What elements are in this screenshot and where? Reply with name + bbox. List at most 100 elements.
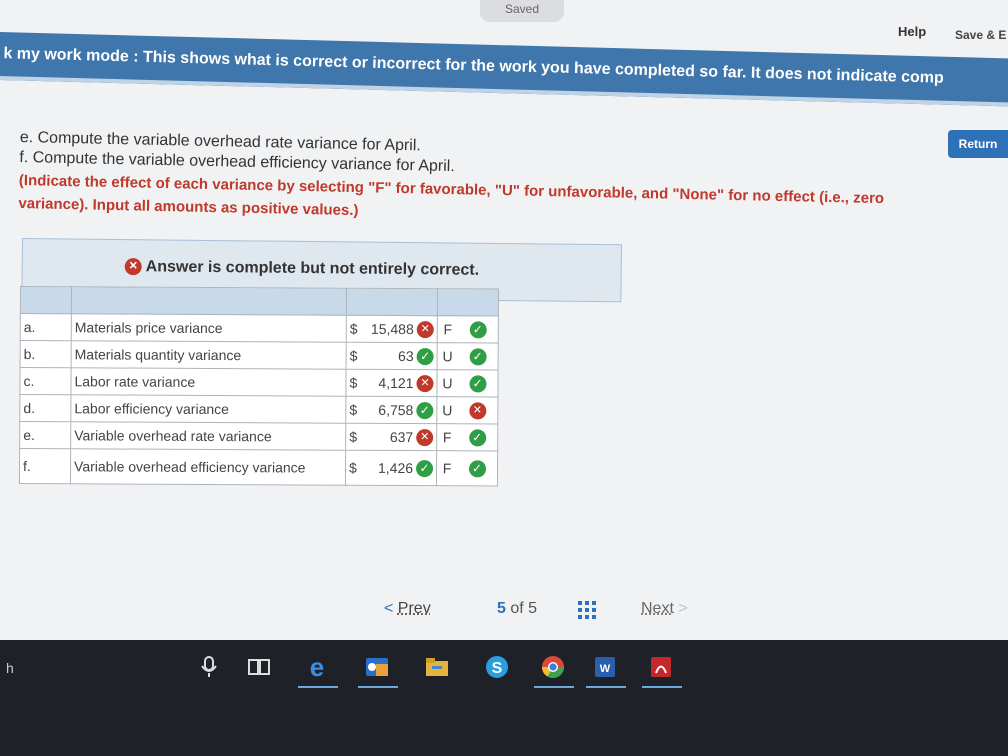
currency-symbol: $ [349, 401, 358, 418]
row-letter: e. [19, 421, 71, 449]
currency-symbol: $ [349, 347, 358, 364]
outlook-active-indicator [358, 686, 398, 688]
skype-icon[interactable]: S [484, 654, 510, 680]
table-row: f. Variable overhead efficiency variance $… [19, 448, 498, 487]
effect-status: ✓ [456, 450, 498, 487]
effect-status: ✕ [457, 396, 498, 425]
effect-select[interactable]: U [436, 396, 458, 424]
table-body: a. Materials price variance $15,488 ✕ F ✓ b. Ma… [19, 313, 499, 487]
question-text: e. Compute the variable overhead rate va… [18, 128, 1008, 235]
help-link[interactable]: Help [898, 24, 926, 39]
acrobat-active-indicator [642, 686, 682, 688]
amount-input[interactable]: $15,488 ✕ [346, 315, 438, 343]
check-icon: ✓ [469, 348, 487, 366]
check-icon: ✓ [416, 401, 434, 419]
amount-value: 1,426 [377, 459, 414, 477]
next-label: Next [641, 600, 674, 617]
incorrect-icon: ✕ [468, 402, 486, 420]
table-row: a. Materials price variance $15,488 ✕ F ✓ [20, 313, 499, 344]
row-description: Variable overhead efficiency variance [70, 448, 346, 486]
total-pages: 5 [528, 600, 538, 617]
acrobat-icon[interactable] [648, 654, 674, 680]
microphone-icon[interactable] [196, 654, 222, 680]
page-count: 5 of 5 [497, 600, 537, 618]
save-exit-link[interactable]: Save & E [955, 28, 1006, 42]
effect-status: ✓ [457, 423, 498, 452]
effect-select[interactable]: U [436, 369, 458, 397]
table-row: b. Materials quantity variance $63 ✓ U ✓ [20, 340, 499, 371]
taskbar: h e S W [0, 640, 1008, 756]
taskbar-search-text: h [6, 660, 14, 676]
edge-active-indicator [298, 686, 338, 688]
file-explorer-icon[interactable] [424, 654, 450, 680]
row-description: Labor efficiency variance [70, 394, 346, 424]
edge-icon[interactable]: e [304, 654, 330, 680]
next-button[interactable]: Next > [641, 600, 688, 618]
grid-icon[interactable] [577, 600, 597, 620]
currency-symbol: $ [349, 428, 358, 445]
task-view-icon[interactable] [246, 654, 272, 680]
effect-status: ✓ [457, 315, 499, 344]
chevron-left-icon: < [384, 600, 394, 617]
svg-text:W: W [600, 663, 611, 675]
amount-input[interactable]: $4,121 ✕ [345, 369, 438, 397]
amount-value: 4,121 [378, 374, 414, 392]
incorrect-icon: ✕ [124, 258, 142, 276]
app-area: Saved Help Save & E k my work mode : Thi… [0, 0, 1008, 640]
amount-value: 637 [389, 428, 414, 446]
effect-select[interactable]: F [437, 315, 458, 343]
chevron-right-icon: > [678, 600, 688, 617]
answer-status-text: Answer is complete but not entirely corr… [145, 258, 480, 279]
table-row: c. Labor rate variance $4,121 ✕ U ✓ [19, 367, 499, 398]
effect-select[interactable]: F [436, 450, 458, 486]
effect-status: ✓ [457, 369, 499, 398]
variance-table: a. Materials price variance $15,488 ✕ F ✓ b. Ma… [18, 286, 499, 487]
currency-symbol: $ [349, 459, 357, 476]
row-letter: b. [20, 340, 72, 368]
amount-value: 15,488 [370, 320, 414, 338]
word-active-indicator [586, 686, 626, 688]
amount-value: 63 [398, 347, 414, 365]
outlook-icon[interactable] [364, 654, 390, 680]
current-page: 5 [497, 600, 506, 617]
saved-indicator: Saved [480, 0, 564, 22]
amount-input[interactable]: $637 ✕ [345, 423, 437, 451]
check-icon: ✓ [468, 460, 486, 478]
prev-label: Prev [397, 600, 431, 617]
table-header-row [20, 286, 499, 317]
row-letter: c. [19, 367, 72, 395]
currency-symbol: $ [349, 374, 358, 391]
check-icon: ✓ [468, 429, 486, 447]
check-icon: ✓ [469, 321, 487, 339]
row-description: Materials price variance [71, 313, 347, 343]
incorrect-icon: ✕ [416, 428, 434, 446]
svg-text:S: S [492, 660, 503, 677]
prev-button[interactable]: < Prev [384, 600, 431, 618]
row-letter: d. [19, 394, 71, 422]
of-label: of [510, 600, 524, 617]
amount-input[interactable]: $6,758 ✓ [345, 396, 437, 424]
pagination: < Prev 5 of 5 Next > [384, 600, 714, 624]
row-description: Materials quantity variance [71, 340, 347, 370]
effect-select[interactable]: F [436, 423, 458, 451]
effect-status: ✓ [457, 342, 499, 371]
check-icon: ✓ [416, 347, 434, 365]
word-icon[interactable]: W [592, 654, 618, 680]
effect-select[interactable]: U [437, 342, 458, 370]
currency-symbol: $ [349, 320, 358, 337]
check-mode-banner: k my work mode : This shows what is corr… [0, 32, 1008, 107]
row-description: Variable overhead rate variance [70, 421, 346, 451]
incorrect-icon: ✕ [416, 374, 434, 392]
table-row: d. Labor efficiency variance $6,758 ✓ U ✕ [19, 394, 498, 425]
row-letter: a. [20, 313, 72, 341]
svg-text:e: e [310, 654, 324, 680]
row-description: Labor rate variance [70, 367, 347, 397]
table-row: e. Variable overhead rate variance $637 ✕ F ✓ [19, 421, 498, 452]
row-letter: f. [19, 448, 71, 484]
chrome-icon[interactable] [540, 654, 566, 680]
chrome-active-indicator [534, 686, 574, 688]
amount-input[interactable]: $1,426 ✓ [345, 450, 437, 486]
amount-input[interactable]: $63 ✓ [346, 342, 438, 370]
check-icon: ✓ [468, 375, 487, 393]
check-icon: ✓ [416, 459, 434, 477]
